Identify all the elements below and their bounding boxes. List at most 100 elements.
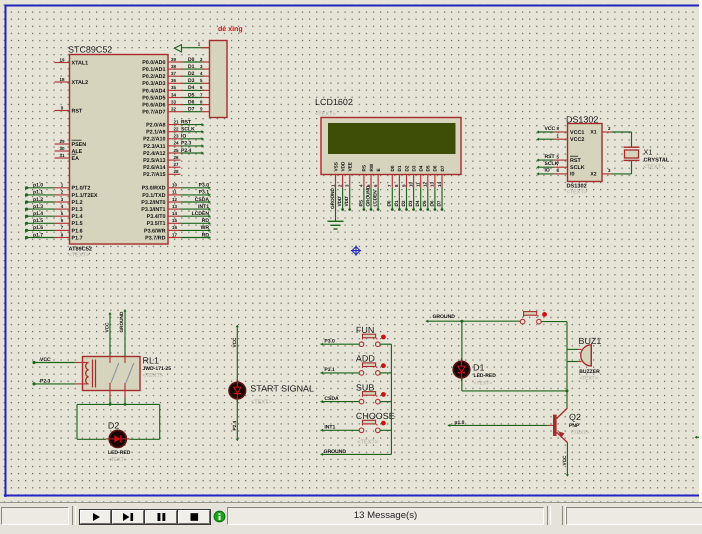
svg-text:D7: D7 — [436, 200, 441, 206]
svg-text:RD: RD — [202, 218, 210, 224]
svg-text:P3.3/INT1: P3.3/INT1 — [141, 207, 165, 213]
svg-text:XTAL1: XTAL1 — [72, 60, 89, 66]
svg-text:PNP: PNP — [569, 423, 580, 429]
svg-text:D2: D2 — [404, 165, 409, 171]
svg-text:P2.4/A12: P2.4/A12 — [143, 151, 165, 157]
svg-text:SUB: SUB — [356, 382, 374, 392]
svg-text:P0.7/AD7: P0.7/AD7 — [142, 110, 165, 116]
svg-text:VDD: VDD — [340, 161, 345, 172]
svg-text:de xing: de xing — [218, 25, 243, 33]
svg-text:12: 12 — [423, 182, 428, 187]
svg-text:14: 14 — [437, 182, 442, 187]
svg-text:<TEXT>: <TEXT> — [644, 165, 665, 171]
svg-text:P1.5: P1.5 — [72, 221, 83, 227]
svg-text:28: 28 — [174, 169, 179, 174]
svg-text:D2: D2 — [108, 421, 119, 431]
svg-text:P3.1/TXD: P3.1/TXD — [142, 193, 165, 199]
svg-text:p1.7: p1.7 — [33, 232, 43, 238]
svg-text:GROUND: GROUND — [324, 449, 347, 455]
svg-text:34: 34 — [171, 92, 176, 97]
svg-text:P0.0/AD0: P0.0/AD0 — [142, 60, 165, 66]
svg-text:30: 30 — [60, 146, 65, 151]
svg-text:BUZ1: BUZ1 — [579, 336, 602, 346]
svg-text:D5: D5 — [422, 200, 427, 206]
svg-text:31: 31 — [60, 153, 65, 158]
svg-text:CHOOSE: CHOOSE — [356, 411, 395, 421]
svg-text:P2.3/A11: P2.3/A11 — [143, 144, 165, 150]
svg-text:IO: IO — [181, 134, 186, 140]
svg-text:VDD: VDD — [337, 196, 342, 207]
svg-text:P1.2: P1.2 — [72, 200, 83, 206]
svg-text:GROUND: GROUND — [330, 188, 335, 209]
svg-text:38: 38 — [171, 64, 176, 69]
svg-text:P0.5/AD5: P0.5/AD5 — [142, 95, 165, 101]
svg-text:P2.4: P2.4 — [232, 420, 237, 430]
svg-text:<TEXT>: <TEXT> — [251, 400, 272, 406]
svg-text:VDD: VDD — [344, 196, 349, 207]
svg-text:D0: D0 — [390, 165, 395, 171]
svg-text:13: 13 — [172, 204, 177, 209]
svg-text:39: 39 — [171, 57, 176, 62]
svg-text:VCC: VCC — [40, 357, 51, 363]
svg-text:D1: D1 — [188, 64, 195, 70]
svg-text:RD: RD — [202, 232, 210, 238]
svg-text:RST: RST — [72, 108, 83, 114]
svg-text:SCLK: SCLK — [545, 161, 559, 167]
svg-text:D7: D7 — [188, 107, 195, 113]
svg-text:32: 32 — [171, 107, 176, 112]
svg-text:CSDA: CSDA — [195, 197, 210, 203]
svg-text:X2: X2 — [590, 172, 596, 178]
svg-text:RST: RST — [570, 158, 581, 164]
svg-text:P2.3: P2.3 — [40, 378, 51, 384]
svg-text:VCC: VCC — [545, 126, 556, 132]
svg-text:36: 36 — [171, 78, 176, 83]
svg-text:25: 25 — [174, 148, 179, 153]
svg-text:21: 21 — [174, 119, 179, 124]
svg-text:RST: RST — [545, 154, 556, 160]
svg-text:p1.2: p1.2 — [33, 197, 43, 203]
svg-text:P0.3/AD3: P0.3/AD3 — [142, 81, 165, 87]
svg-text:13: 13 — [430, 182, 435, 187]
svg-text:LCDEN: LCDEN — [192, 211, 210, 217]
svg-text:P0.4/AD4: P0.4/AD4 — [142, 88, 165, 94]
svg-text:WR: WR — [201, 225, 210, 231]
svg-text:p1.1: p1.1 — [33, 190, 43, 196]
svg-text:Q2: Q2 — [569, 412, 581, 422]
svg-text:D2: D2 — [401, 200, 406, 206]
svg-text:p1.4: p1.4 — [33, 211, 43, 217]
svg-text:P1.3: P1.3 — [72, 207, 83, 213]
svg-text:STC89C52: STC89C52 — [68, 45, 112, 55]
svg-text:GROUND: GROUND — [119, 311, 124, 332]
svg-text:D3: D3 — [188, 78, 195, 84]
svg-text:VCC: VCC — [105, 322, 110, 333]
svg-text:RST: RST — [181, 119, 192, 125]
svg-text:D7: D7 — [440, 165, 445, 171]
svg-text:IO: IO — [545, 168, 550, 174]
svg-text:INT1: INT1 — [324, 425, 335, 431]
svg-text:p1.6: p1.6 — [33, 225, 43, 231]
svg-text:E: E — [376, 168, 381, 171]
svg-text:D4: D4 — [188, 85, 195, 91]
svg-text:35: 35 — [171, 85, 176, 90]
svg-text:RS: RS — [362, 165, 367, 172]
svg-text:GROUND: GROUND — [365, 185, 370, 206]
svg-text:PSEN: PSEN — [72, 142, 87, 148]
svg-text:29: 29 — [60, 139, 65, 144]
svg-text:p1.0: p1.0 — [33, 183, 43, 189]
svg-text:26: 26 — [174, 155, 179, 160]
svg-text:VCC: VCC — [232, 337, 237, 348]
svg-text:17: 17 — [172, 232, 177, 237]
svg-text:22: 22 — [174, 127, 179, 132]
svg-text:P3.6/WR: P3.6/WR — [144, 228, 166, 234]
svg-text:27: 27 — [174, 162, 179, 167]
svg-text:X1: X1 — [590, 130, 596, 136]
svg-text:D4: D4 — [419, 165, 424, 171]
svg-text:D0: D0 — [387, 200, 392, 206]
svg-text:14: 14 — [172, 211, 177, 216]
svg-text:JWD-171-25: JWD-171-25 — [143, 366, 172, 372]
svg-text:INT1: INT1 — [198, 204, 209, 210]
svg-text:P3.0: P3.0 — [324, 338, 335, 344]
svg-text:D3: D3 — [411, 165, 416, 171]
svg-text:P2.0/A8: P2.0/A8 — [146, 123, 165, 129]
svg-text:EA: EA — [72, 156, 80, 162]
